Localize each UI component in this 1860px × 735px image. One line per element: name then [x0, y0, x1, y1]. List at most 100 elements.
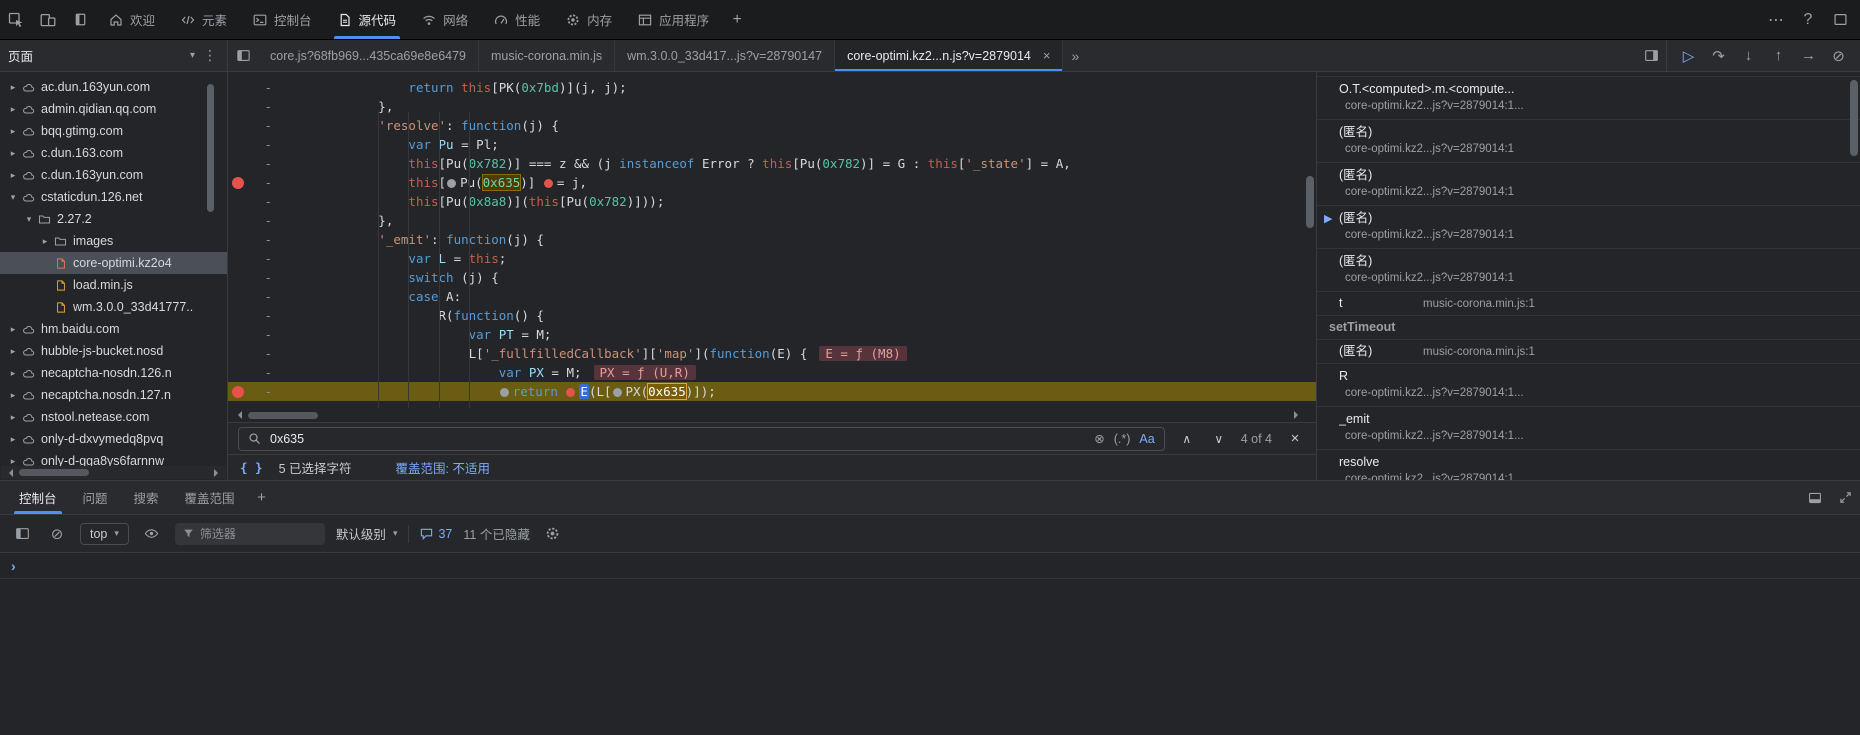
drawer-tab-控制台[interactable]: 控制台: [6, 481, 70, 514]
console-filter[interactable]: [175, 523, 325, 545]
breakpoint-marker[interactable]: [232, 177, 244, 189]
code-line[interactable]: - switch (j) {: [228, 268, 1316, 287]
code-text[interactable]: switch (j) {: [288, 268, 1316, 287]
caret-closed-icon[interactable]: ▸: [6, 82, 20, 93]
code-line[interactable]: - },: [228, 97, 1316, 116]
tree-item[interactable]: ▾cstaticdun.126.net: [0, 186, 227, 208]
tree-item[interactable]: wm.3.0.0_33d41777..: [0, 296, 227, 318]
gutter[interactable]: -: [228, 344, 288, 363]
close-search-icon[interactable]: ×: [1284, 430, 1306, 447]
caret-open-icon[interactable]: ▾: [22, 214, 36, 225]
panel-tab-memory[interactable]: 内存: [553, 0, 625, 39]
call-stack-frame[interactable]: (匿名)core-optimi.kz2...js?v=2879014:1: [1317, 120, 1860, 163]
frame-location[interactable]: music-corona.min.js:1: [1423, 344, 1535, 360]
code-text[interactable]: var L = this;: [288, 249, 1316, 268]
gutter[interactable]: -: [228, 230, 288, 249]
panel-tab-sources[interactable]: 源代码: [325, 0, 410, 39]
tree-item[interactable]: ▸necaptcha-nosdn.126.n: [0, 362, 227, 384]
caret-closed-icon[interactable]: ▸: [6, 346, 20, 357]
search-input[interactable]: ⊗ (.*) Aa: [238, 427, 1165, 451]
code-text[interactable]: },: [288, 97, 1316, 116]
gutter[interactable]: -: [228, 306, 288, 325]
focus-page-icon[interactable]: [64, 0, 96, 39]
inline-breakpoint-candidate-icon[interactable]: [613, 388, 622, 397]
code-line[interactable]: - this[Pu(0x8a8)](this[Pu(0x782)]));: [228, 192, 1316, 211]
call-stack-frame[interactable]: O.T.<computed>.m.<compute...core-optimi.…: [1317, 77, 1860, 120]
search-query-field[interactable]: [270, 432, 1085, 446]
scroll-left-arrow[interactable]: [234, 411, 242, 419]
more-options-icon[interactable]: ⋮: [201, 47, 219, 64]
more-tabs-icon[interactable]: [228, 40, 258, 71]
caret-closed-icon[interactable]: ▸: [6, 126, 20, 137]
inline-breakpoint-icon[interactable]: [566, 388, 575, 397]
frame-location[interactable]: core-optimi.kz2...js?v=2879014:1...: [1339, 385, 1850, 401]
gutter[interactable]: -: [228, 249, 288, 268]
call-stack-frame[interactable]: (匿名)core-optimi.kz2...js?v=2879014:1: [1317, 249, 1860, 292]
frame-location[interactable]: core-optimi.kz2...js?v=2879014:1...: [1339, 98, 1850, 114]
live-expression-eye-icon[interactable]: [140, 522, 164, 546]
coverage-link[interactable]: 覆盖范围: 不适用: [396, 458, 490, 477]
code-line[interactable]: - '_emit': function(j) {: [228, 230, 1316, 249]
file-tab[interactable]: core.js?68fb969...435ca69e8e6479: [258, 40, 479, 71]
tree-item[interactable]: ▸ac.dun.163yun.com: [0, 76, 227, 98]
code-text[interactable]: },: [288, 211, 1316, 230]
caret-closed-icon[interactable]: ▸: [6, 104, 20, 115]
call-stack-frame[interactable]: _emitcore-optimi.kz2...js?v=2879014:1...: [1317, 407, 1860, 450]
help-icon[interactable]: ?: [1794, 6, 1822, 34]
caret-open-icon[interactable]: ▾: [6, 192, 20, 203]
resume-button[interactable]: ▷: [1675, 43, 1702, 69]
gutter[interactable]: -: [228, 192, 288, 211]
chevron-down-icon[interactable]: ▾: [190, 50, 195, 61]
inline-breakpoint-candidate-icon[interactable]: [447, 179, 456, 188]
tree-item[interactable]: ▸bqq.gtimg.com: [0, 120, 227, 142]
step-button[interactable]: →: [1795, 43, 1822, 69]
gutter[interactable]: -: [228, 211, 288, 230]
call-stack-frame[interactable]: tmusic-corona.min.js:1: [1317, 292, 1860, 316]
code-text[interactable]: '_emit': function(j) {: [288, 230, 1316, 249]
code-line[interactable]: - 'resolve': function(j) {: [228, 116, 1316, 135]
execution-line[interactable]: - return E(L[PX(0x635)]);: [228, 382, 1316, 401]
file-tab[interactable]: wm.3.0.0_33d417...js?v=28790147: [615, 40, 835, 71]
expand-drawer-icon[interactable]: [1830, 481, 1860, 514]
scroll-left-arrow[interactable]: [5, 469, 13, 477]
dock-side-icon[interactable]: [1826, 6, 1854, 34]
drawer-tab-覆盖范围[interactable]: 覆盖范围: [172, 481, 248, 514]
code-text[interactable]: this[Pu(0x782)] === z && (j instanceof E…: [288, 154, 1316, 173]
console-prompt[interactable]: ›: [0, 553, 1860, 579]
caret-closed-icon[interactable]: ▸: [6, 148, 20, 159]
panel-tab-welcome[interactable]: 欢迎: [96, 0, 168, 39]
tab-overflow-icon[interactable]: »: [1063, 40, 1087, 71]
scrollbar-thumb[interactable]: [19, 469, 89, 476]
frame-location[interactable]: core-optimi.kz2...js?v=2879014:1...: [1339, 471, 1850, 480]
panel-tab-network[interactable]: 网络: [409, 0, 481, 39]
step-out-button[interactable]: ↑: [1765, 43, 1792, 69]
call-stack-frame[interactable]: (匿名)core-optimi.kz2...js?v=2879014:1: [1317, 163, 1860, 206]
caret-closed-icon[interactable]: ▸: [6, 412, 20, 423]
frame-location[interactable]: music-corona.min.js:1: [1423, 296, 1535, 312]
dock-drawer-icon[interactable]: [1800, 481, 1830, 514]
scroll-right-arrow[interactable]: [214, 469, 222, 477]
scrollbar-thumb[interactable]: [248, 412, 318, 419]
code-text[interactable]: L['_fullfilledCallback']['map'](function…: [288, 344, 1316, 363]
breakpoint-marker[interactable]: [232, 386, 244, 398]
frame-location[interactable]: core-optimi.kz2...js?v=2879014:1: [1339, 184, 1850, 200]
gutter[interactable]: -: [228, 97, 288, 116]
device-toolbar-icon[interactable]: [32, 0, 64, 39]
code-text[interactable]: return this[PK(0x7bd)](j, j);: [288, 78, 1316, 97]
code-text[interactable]: this[Pu(0x8a8)](this[Pu(0x782)]));: [288, 192, 1316, 211]
close-tab-icon[interactable]: ×: [1043, 48, 1051, 63]
gutter[interactable]: -: [228, 382, 288, 401]
console-settings-gear-icon[interactable]: [541, 522, 565, 546]
scroll-right-arrow[interactable]: [1294, 411, 1302, 419]
panel-tab-console[interactable]: 控制台: [240, 0, 325, 39]
previous-match-button[interactable]: ∧: [1177, 432, 1197, 446]
inspect-icon[interactable]: [0, 0, 32, 39]
match-case-toggle[interactable]: Aa: [1139, 432, 1154, 446]
log-level-selector[interactable]: 默认级别 ▾: [336, 524, 398, 543]
frame-location[interactable]: core-optimi.kz2...js?v=2879014:1: [1339, 270, 1850, 286]
code-line[interactable]: - this[Pu(0x635)] = j,: [228, 173, 1316, 192]
file-tab[interactable]: music-corona.min.js: [479, 40, 615, 71]
tree-item[interactable]: ▸admin.qidian.qq.com: [0, 98, 227, 120]
tree-item[interactable]: ▸hm.baidu.com: [0, 318, 227, 340]
code-line[interactable]: - return this[PK(0x7bd)](j, j);: [228, 78, 1316, 97]
